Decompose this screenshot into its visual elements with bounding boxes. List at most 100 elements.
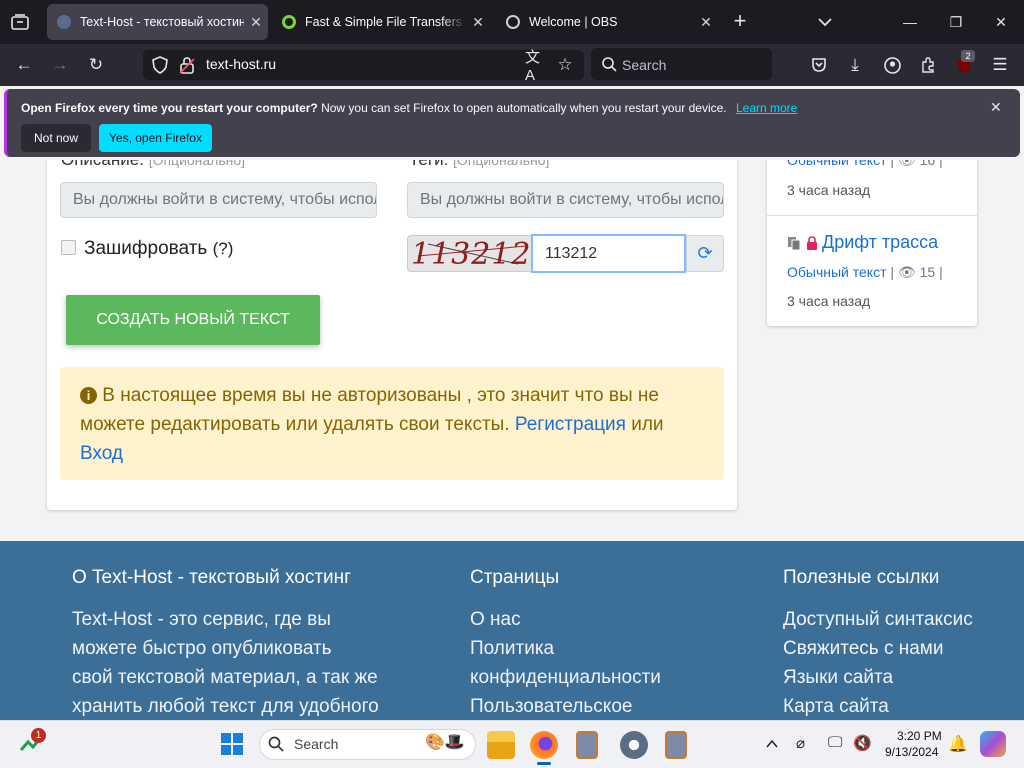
restore-button[interactable]: ❐ [933,0,979,44]
url-text: text-host.ru [206,56,277,72]
start-icon[interactable] [221,733,243,760]
tab-file-transfers[interactable]: Fast & Simple File Transfers - Fi ✕ [272,4,490,40]
app-icon[interactable] [576,731,598,759]
footer-about-text: хранить любой текст для удобного [72,696,379,717]
bookmark-star-icon[interactable]: ☆ [553,53,577,77]
site-footer: О Text-Host - текстовый хостинг Text-Hos… [0,541,1024,720]
obs-favicon-icon [506,15,520,29]
alert-or: или [631,414,664,435]
search-placeholder: Search [622,57,667,73]
recent-item-time: 3 часа назад [787,182,871,198]
recent-item-title[interactable]: Дрифт трасса [822,232,938,253]
footer-link-terms[interactable]: Пользовательское [470,696,632,718]
login-link[interactable]: Вход [80,443,123,464]
close-tab-icon[interactable]: ✕ [244,14,268,31]
captcha-text: 113212 [411,237,532,272]
menu-icon[interactable]: ☰ [988,53,1012,77]
recent-item-time: 3 часа назад [787,293,871,309]
tab-obs[interactable]: Welcome | OBS ✕ [496,4,718,40]
footer-link-sitemap[interactable]: Карта сайта [783,696,889,718]
forward-icon[interactable]: → [48,53,72,77]
reload-icon[interactable]: ↻ [84,53,108,77]
close-tab-icon[interactable]: ✕ [694,14,718,31]
footer-about-text: Text-Host - это сервис, где вы [72,609,331,630]
extensions-icon[interactable] [916,53,940,77]
settings-gear-icon[interactable] [620,731,648,759]
tags-label: Теги: [Опционально] [409,160,550,169]
not-now-button[interactable]: Not now [21,124,91,152]
info-icon: i [80,387,97,404]
taskbar-search-placeholder: Search [294,736,339,752]
pocket-icon[interactable] [807,53,831,77]
footer-links-title: Полезные ссылки [783,567,940,588]
notification-question: Open Firefox every time you restart your… [21,101,318,115]
search-highlight-icon: 🎨🎩 [425,734,465,751]
divider [767,215,977,216]
copilot-icon[interactable] [980,731,1006,757]
create-text-button[interactable]: СОЗДАТЬ НОВЫЙ ТЕКСТ [66,295,320,345]
encrypt-help-link[interactable]: (?) [213,239,234,258]
footer-link-privacy[interactable]: конфиденциальности [470,667,661,689]
account-icon[interactable] [880,53,904,77]
tab-text-host[interactable]: Text-Host - текстовый хостинг ✕ [47,4,268,40]
filemail-favicon-icon [282,15,296,29]
network-icon[interactable]: ⌀ [796,734,805,752]
translate-icon[interactable]: 文A [525,49,549,84]
display-icon[interactable]: 🖵 [828,734,842,751]
clock-time[interactable]: 3:20 PM [897,729,942,743]
clock-date[interactable]: 9/13/2024 [885,745,938,759]
tab-bar: Text-Host - текстовый хостинг ✕ Fast & S… [0,0,1024,44]
close-tab-icon[interactable]: ✕ [466,14,490,31]
footer-link-contact[interactable]: Свяжитесь с нами [783,638,943,660]
show-hidden-icons-chevron-icon[interactable] [766,736,778,754]
yes-open-firefox-button[interactable]: Yes, open Firefox [99,124,212,152]
extensions-badge: 2 [961,50,975,62]
notifications-bell-icon[interactable]: 🔔 [948,734,968,754]
widget-notification-badge: 1 [31,728,46,743]
recent-item-type[interactable]: Обычный текст | 👁 16 | [787,160,943,169]
search-icon [597,52,621,76]
taskbar-search-icon [268,736,284,757]
footer-link-syntax[interactable]: Доступный синтаксис [783,609,973,631]
footer-about-text: свой текстовой материал, а так же [72,667,378,688]
tab-title: Welcome | OBS [529,15,618,29]
file-explorer-icon[interactable] [487,731,515,759]
tags-input[interactable]: Вы должны войти в систему, чтобы использ… [407,182,724,218]
recent-item-type[interactable]: Обычный текст | 👁 15 | [787,264,943,281]
insecure-lock-icon[interactable] [175,53,199,77]
register-link[interactable]: Регистрация [515,414,626,435]
volume-muted-icon[interactable]: 🔇 [853,734,872,752]
list-all-tabs-icon[interactable] [813,10,837,34]
captcha-image: 113212 [407,235,532,272]
shield-icon[interactable] [148,53,172,77]
active-app-indicator [537,762,551,765]
description-label: Описание: [Опционально] [61,160,246,169]
close-notification-icon[interactable]: ✕ [990,99,1002,116]
tab-title: Fast & Simple File Transfers - Fi [305,15,466,29]
back-icon[interactable]: ← [12,53,36,77]
notification-message: Now you can set Firefox to open automati… [321,101,727,115]
minimize-button[interactable]: — [887,0,933,44]
tab-overview-icon[interactable] [8,10,32,34]
auth-warning-alert: i В настоящее время вы не авторизованы ,… [60,367,724,480]
encrypt-label: Зашифровать (?) [84,238,234,259]
refresh-captcha-icon[interactable]: ⟳ [686,235,724,272]
new-tab-button[interactable]: + [728,8,752,33]
footer-link-languages[interactable]: Языки сайта [783,667,893,689]
footer-pages-title: Страницы [470,567,560,588]
encrypt-checkbox[interactable] [61,240,76,255]
lock-icon [806,236,818,255]
close-window-button[interactable]: ✕ [978,0,1024,44]
tab-title: Text-Host - текстовый хостинг [80,15,244,29]
downloads-icon[interactable]: ⤓ [843,53,867,77]
firefox-icon[interactable] [530,731,558,759]
learn-more-link[interactable]: Learn more [736,101,797,115]
copy-icon [787,236,801,255]
footer-link-privacy[interactable]: Политика [470,638,554,660]
footer-about-title: О Text-Host - текстовый хостинг [72,567,352,588]
description-input[interactable]: Вы должны войти в систему, чтобы использ… [60,182,377,218]
captcha-input[interactable]: 113212 [531,234,686,273]
text-host-favicon-icon [57,15,71,29]
footer-link-about[interactable]: О нас [470,609,521,631]
app-icon[interactable] [665,731,687,759]
